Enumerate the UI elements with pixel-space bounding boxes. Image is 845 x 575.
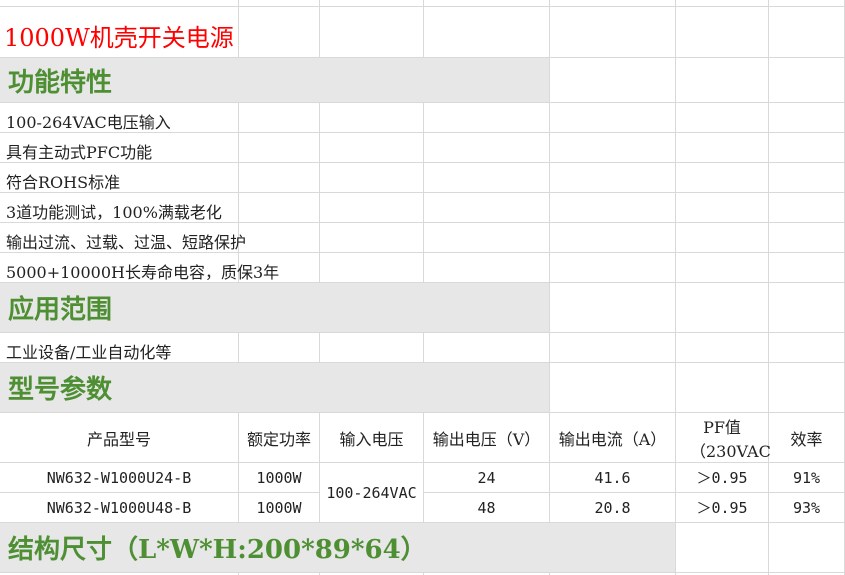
section-header-applications: 应用范围 xyxy=(0,283,549,332)
model-cell: NW632-W1000U24-B xyxy=(46,468,192,487)
power-cell: 1000W xyxy=(256,468,302,487)
application-item: 工业设备/工业自动化等 xyxy=(6,343,172,362)
model-cell: NW632-W1000U48-B xyxy=(46,498,192,517)
header-output-voltage: 输出电压（V） xyxy=(432,429,541,449)
header-efficiency: 效率 xyxy=(790,429,823,449)
output-current-cell: 20.8 xyxy=(594,498,631,517)
feature-item: 3道功能测试，100%满载老化 xyxy=(6,203,222,222)
header-output-current: 输出电流（A） xyxy=(558,429,667,449)
feature-item: 输出过流、过载、过温、短路保护 xyxy=(6,233,247,252)
header-pf: PF值 xyxy=(703,418,741,437)
output-voltage-cell: 24 xyxy=(477,468,496,487)
page-title: 1000W机壳开关电源 xyxy=(4,24,234,52)
row-line xyxy=(0,192,845,193)
section-header-models: 型号参数 xyxy=(0,363,549,412)
output-voltage-cell: 48 xyxy=(477,498,496,517)
input-voltage-cell: 100-264VAC xyxy=(320,463,423,522)
feature-item: 100-264VAC电压输入 xyxy=(6,113,171,132)
feature-item: 5000+10000H长寿命电容，质保3年 xyxy=(6,263,280,282)
header-pf-condition: （230VAC xyxy=(690,442,771,461)
efficiency-cell: 91% xyxy=(792,468,821,487)
efficiency-cell: 93% xyxy=(792,498,821,517)
row-line xyxy=(0,572,845,573)
pf-cell: ＞0.95 xyxy=(696,499,748,517)
section-header-dimensions: 结构尺寸（L*W*H:200*89*64） xyxy=(0,523,675,572)
header-input-voltage: 输入电压 xyxy=(339,429,404,449)
power-cell: 1000W xyxy=(256,498,302,517)
feature-item: 符合ROHS标准 xyxy=(6,173,121,192)
header-power: 额定功率 xyxy=(246,429,311,449)
section-header-features: 功能特性 xyxy=(0,58,549,102)
row-line xyxy=(0,6,845,7)
row-line xyxy=(0,332,845,333)
output-current-cell: 41.6 xyxy=(594,468,631,487)
header-model: 产品型号 xyxy=(86,429,151,449)
row-line xyxy=(0,102,845,103)
pf-cell: ＞0.95 xyxy=(696,469,748,487)
feature-item: 具有主动式PFC功能 xyxy=(6,143,153,162)
